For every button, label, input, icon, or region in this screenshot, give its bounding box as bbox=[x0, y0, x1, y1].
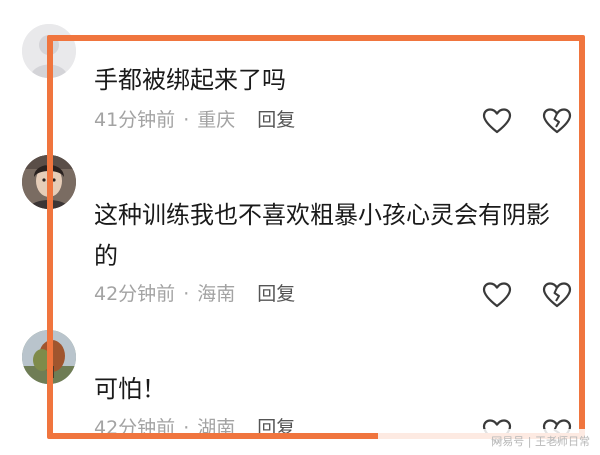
comment-meta: 42分钟前 · 海南 回复 bbox=[94, 280, 295, 308]
default-avatar-icon bbox=[22, 24, 76, 78]
meta-separator: · bbox=[183, 109, 190, 131]
heart-outline-icon bbox=[482, 108, 512, 134]
user-photo-avatar bbox=[22, 155, 76, 209]
reply-button[interactable]: 回复 bbox=[257, 417, 295, 439]
comment-time: 41分钟前 bbox=[94, 109, 176, 131]
comment-location: 重庆 bbox=[197, 109, 236, 131]
comment-list: 手都被绑起来了吗 41分钟前 · 重庆 回复 这种训练我也不喜欢粗暴小孩心灵会有阴影的… bbox=[0, 0, 600, 455]
watermark: 网易号 | 王老师日常 bbox=[378, 429, 600, 455]
comment-text: 可怕！ bbox=[94, 375, 166, 403]
avatar[interactable] bbox=[22, 24, 76, 78]
comment-time: 42分钟前 bbox=[94, 283, 176, 305]
comment-location: 海南 bbox=[197, 283, 236, 305]
like-button[interactable] bbox=[482, 281, 512, 309]
broken-heart-icon bbox=[542, 108, 572, 134]
comment-text: 手都被绑起来了吗 bbox=[94, 66, 286, 94]
heart-outline-icon bbox=[482, 282, 512, 308]
landscape-photo-avatar bbox=[22, 330, 76, 384]
comment-time: 42分钟前 bbox=[94, 417, 176, 439]
comment-meta: 42分钟前 · 湖南 回复 bbox=[94, 414, 295, 442]
meta-separator: · bbox=[183, 417, 190, 439]
reply-button[interactable]: 回复 bbox=[257, 283, 295, 305]
comment-text: 这种训练我也不喜欢粗暴小孩心灵会有阴影的 bbox=[94, 201, 550, 270]
meta-separator: · bbox=[183, 283, 190, 305]
comment-meta: 41分钟前 · 重庆 回复 bbox=[94, 106, 295, 134]
broken-heart-icon bbox=[542, 282, 572, 308]
reply-button[interactable]: 回复 bbox=[257, 109, 295, 131]
avatar[interactable] bbox=[22, 330, 76, 384]
dislike-button[interactable] bbox=[542, 107, 572, 135]
like-button[interactable] bbox=[482, 107, 512, 135]
dislike-button[interactable] bbox=[542, 281, 572, 309]
comment-location: 湖南 bbox=[197, 417, 236, 439]
avatar[interactable] bbox=[22, 155, 76, 209]
